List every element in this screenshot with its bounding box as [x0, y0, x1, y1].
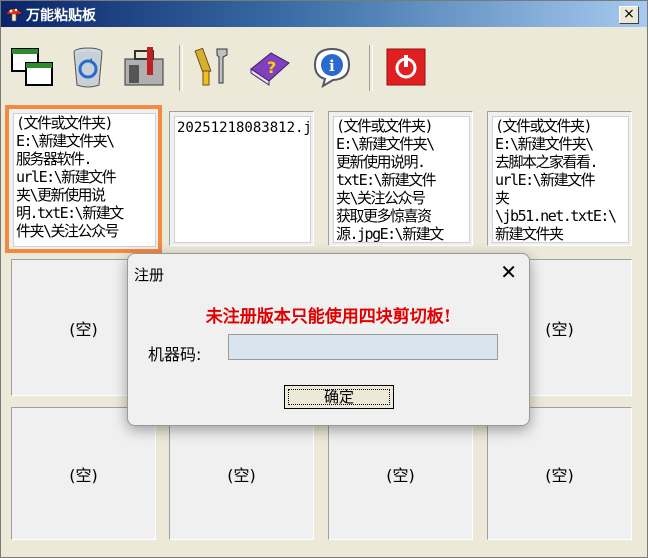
exit-icon [386, 48, 426, 86]
clip-text: 20251218083812.j [177, 120, 311, 136]
focus-rect [288, 389, 390, 405]
dialog-close-button[interactable]: ✕ [500, 260, 517, 284]
tools-button[interactable] [193, 43, 239, 89]
new-window-button[interactable] [9, 43, 55, 89]
clipboard-slot-9[interactable]: (空) [11, 407, 156, 540]
title-bar: 万能粘贴板 × [1, 1, 647, 27]
help-button[interactable]: ? [247, 43, 293, 89]
main-window: 万能粘贴板 × ? i (文件或文件夹) E:\新建文件夹\ 服务器软件. ur… [0, 0, 648, 558]
dialog-title: 注册 [134, 266, 165, 284]
clipboard-slot-4[interactable]: (文件或文件夹) E:\新建文件夹\ 去脚本之家看看. urlE:\新建文件 夹… [487, 111, 632, 246]
empty-label: (空) [227, 465, 256, 485]
ok-button[interactable]: 确定 [284, 385, 394, 409]
clipboard-slot-12[interactable]: (空) [487, 407, 632, 540]
clip-text: (文件或文件夹) E:\新建文件夹\ 更新使用说明. txtE:\新建文件 夹\… [336, 117, 444, 243]
toolbar: ? i [1, 27, 647, 103]
clip-text: (文件或文件夹) E:\新建文件夹\ 去脚本之家看看. urlE:\新建文件 夹… [495, 117, 617, 243]
empty-label: (空) [386, 465, 415, 485]
close-button[interactable]: × [619, 6, 639, 24]
clipboard-slot-2[interactable]: 20251218083812.j [169, 111, 314, 246]
toolbar-separator [179, 45, 183, 91]
new-window-icon [11, 48, 53, 86]
svg-text:i: i [329, 57, 335, 75]
toolbox-icon [124, 47, 164, 86]
exit-button[interactable] [383, 43, 429, 89]
clipboard-slot-3[interactable]: (文件或文件夹) E:\新建文件夹\ 更新使用说明. txtE:\新建文件 夹\… [328, 111, 473, 246]
clip-content: 20251218083812.j [174, 116, 311, 243]
info-button[interactable]: i [309, 43, 355, 89]
clipboard-slot-10[interactable]: (空) [169, 407, 314, 540]
unregistered-message: 未注册版本只能使用四块剪切板! [205, 307, 452, 327]
register-dialog: 注册 ✕ 未注册版本只能使用四块剪切板! 机器码: 确定 [127, 253, 530, 426]
machine-code-label: 机器码: [148, 345, 202, 364]
clip-content: (文件或文件夹) E:\新建文件夹\ 服务器软件. urlE:\新建文件 夹\更… [13, 113, 156, 247]
svg-text:?: ? [267, 58, 276, 77]
clipboard-slot-11[interactable]: (空) [328, 407, 473, 540]
clip-content: (文件或文件夹) E:\新建文件夹\ 去脚本之家看看. urlE:\新建文件 夹… [492, 116, 629, 243]
toolbar-separator [369, 45, 373, 91]
info-icon: i [313, 47, 351, 89]
help-book-icon: ? [250, 52, 290, 86]
recycle-bin-icon [73, 47, 103, 88]
window-title: 万能粘贴板 [26, 8, 96, 24]
toolbox-button[interactable] [121, 43, 167, 89]
recycle-button[interactable] [65, 43, 111, 89]
clip-content: (文件或文件夹) E:\新建文件夹\ 更新使用说明. txtE:\新建文件 夹\… [333, 116, 470, 243]
empty-label: (空) [545, 465, 574, 485]
mushroom-icon [5, 8, 23, 22]
machine-code-field[interactable] [228, 334, 498, 360]
clipboard-slot-1[interactable]: (文件或文件夹) E:\新建文件夹\ 服务器软件. urlE:\新建文件 夹\更… [5, 105, 162, 253]
empty-label: (空) [69, 465, 98, 485]
tools-icon [194, 47, 228, 86]
clip-text: (文件或文件夹) E:\新建文件夹\ 服务器软件. urlE:\新建文件 夹\更… [16, 114, 124, 240]
